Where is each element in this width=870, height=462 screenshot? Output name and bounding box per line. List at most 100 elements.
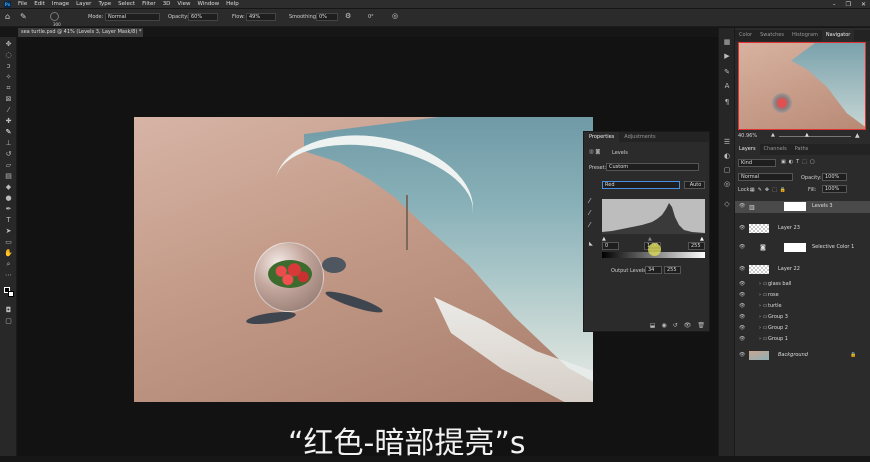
visibility-eye-icon[interactable]: 👁 (739, 334, 745, 345)
menu-view[interactable]: View (177, 1, 190, 7)
flow-field[interactable]: 49% (246, 13, 276, 21)
layer-row[interactable]: 👁 Background 🔒 (735, 350, 870, 362)
navigator-preview[interactable] (738, 42, 866, 130)
layer-row[interactable]: 👁 › ▭ turtle (735, 301, 870, 312)
gradient-tool-icon[interactable]: ▤ (4, 173, 13, 180)
marquee-tool-icon[interactable]: ◌ (4, 52, 13, 59)
eyedropper-gray-icon[interactable]: ⁄ (589, 209, 590, 217)
shape-tool-icon[interactable]: ▭ (4, 239, 13, 246)
angle-value[interactable]: 0° (368, 14, 374, 20)
menu-file[interactable]: File (18, 1, 27, 7)
zoom-in-icon[interactable]: ▲ (855, 132, 860, 139)
smoothing-field[interactable]: 0% (316, 13, 338, 21)
minimize-icon[interactable]: – (833, 1, 836, 8)
layer-row[interactable]: 👁 › ▭ glass ball (735, 279, 870, 290)
zoom-level[interactable]: 40.96% (738, 133, 757, 139)
view-previous-icon[interactable]: ◉ (661, 322, 666, 329)
zoom-slider-thumb[interactable]: ▲ (805, 132, 809, 138)
adjustments-icon[interactable]: ◐ (723, 152, 731, 160)
crop-tool-icon[interactable]: ⌗ (4, 85, 13, 92)
quick-mask-icon[interactable]: ◘ (4, 307, 13, 314)
layer-mask-thumb[interactable] (784, 243, 806, 252)
properties-icon[interactable]: ☰ (723, 138, 731, 146)
pressure-icon[interactable]: ◎ (392, 12, 398, 20)
layer-fill-field[interactable]: 100% (822, 185, 847, 193)
eyedropper-icon[interactable]: ⁄ (4, 107, 13, 114)
output-white-field[interactable]: 255 (664, 266, 681, 274)
dodge-tool-icon[interactable]: ● (4, 195, 13, 202)
visibility-eye-icon[interactable]: 👁 (739, 350, 745, 361)
document-image[interactable] (134, 117, 593, 402)
lasso-tool-icon[interactable]: ↄ (4, 63, 13, 70)
healing-brush-icon[interactable]: ✚ (4, 118, 13, 125)
move-tool-icon[interactable]: ✥ (4, 41, 13, 48)
visibility-eye-icon[interactable]: 👁 (739, 201, 745, 212)
tab-color[interactable]: Color (735, 30, 756, 41)
tab-properties[interactable]: Properties (584, 132, 620, 142)
quick-select-icon[interactable]: ✧ (4, 74, 13, 81)
screen-mode-icon[interactable]: ▢ (4, 318, 13, 325)
visibility-eye-icon[interactable]: 👁 (739, 242, 745, 253)
type-tool-icon[interactable]: T (4, 217, 13, 224)
paths-icon[interactable]: ◇ (723, 200, 731, 208)
visibility-eye-icon[interactable]: 👁 (739, 290, 745, 301)
layer-row[interactable]: 👁 ▥ Levels 3 (735, 201, 870, 213)
visibility-eye-icon[interactable]: 👁 (739, 312, 745, 323)
input-white-field[interactable]: 255 (688, 242, 705, 250)
visibility-eye-icon[interactable]: 👁 (739, 264, 745, 275)
menu-select[interactable]: Select (118, 1, 135, 7)
menu-3d[interactable]: 3D (163, 1, 171, 7)
eraser-icon[interactable]: ▱ (4, 162, 13, 169)
layer-row[interactable]: 👁 Layer 22 (735, 264, 870, 276)
auto-button[interactable]: Auto (684, 181, 705, 189)
menu-type[interactable]: Type (98, 1, 111, 7)
layer-row[interactable]: 👁 › ▭ rose (735, 290, 870, 301)
menu-layer[interactable]: Layer (76, 1, 91, 7)
layer-filter-kind[interactable]: Kind (738, 159, 776, 167)
menu-edit[interactable]: Edit (34, 1, 45, 7)
tab-swatches[interactable]: Swatches (756, 30, 788, 41)
close-icon[interactable]: ✕ (861, 1, 866, 8)
blur-tool-icon[interactable]: ◆ (4, 184, 13, 191)
home-icon[interactable]: ⌂ (5, 12, 10, 21)
blend-mode-select[interactable]: Normal (738, 173, 793, 181)
menu-filter[interactable]: Filter (142, 1, 156, 7)
history-icon[interactable]: ▦ (723, 38, 731, 46)
frame-tool-icon[interactable]: ⊠ (4, 96, 13, 103)
layer-row[interactable]: 👁 ◙ Selective Color 1 (735, 242, 870, 254)
brush-icon[interactable]: ✎ (4, 129, 13, 136)
layer-filter-icons[interactable]: ▣◐T⬚▢ (781, 159, 818, 165)
preset-select[interactable]: Custom (606, 163, 699, 171)
lock-icons[interactable]: ▦✎✥⬚🔒 (750, 187, 789, 193)
photoshop-logo-icon[interactable]: Ps (4, 0, 11, 8)
zoom-out-icon[interactable]: ▲ (771, 132, 775, 138)
layer-mask-thumb[interactable] (784, 202, 806, 211)
clipping-warning-icon[interactable]: ◣ (589, 241, 593, 247)
visibility-icon[interactable]: 👁 (684, 322, 692, 329)
brush-settings-icon[interactable]: ✎ (723, 68, 731, 76)
character-icon[interactable]: A (723, 82, 731, 90)
visibility-eye-icon[interactable]: 👁 (739, 279, 745, 290)
tab-channels[interactable]: Channels (760, 144, 791, 155)
pen-tool-icon[interactable]: ✒ (4, 206, 13, 213)
history-brush-icon[interactable]: ↺ (4, 151, 13, 158)
visibility-eye-icon[interactable]: 👁 (739, 301, 745, 312)
layer-row[interactable]: 👁 Layer 23 (735, 223, 870, 235)
layer-opacity-field[interactable]: 100% (822, 173, 847, 181)
visibility-eye-icon[interactable]: 👁 (739, 223, 745, 234)
path-select-icon[interactable]: ➤ (4, 228, 13, 235)
input-black-field[interactable]: 0 (602, 242, 619, 250)
menu-window[interactable]: Window (197, 1, 219, 7)
libraries-icon[interactable]: ▢ (723, 166, 731, 174)
eyedropper-black-icon[interactable]: ⁄ (589, 197, 590, 205)
tab-paths[interactable]: Paths (791, 144, 813, 155)
channel-select[interactable]: Red (602, 181, 680, 189)
clip-to-layer-icon[interactable]: ⬓ (650, 322, 656, 329)
zoom-slider[interactable] (779, 136, 851, 137)
zoom-tool-icon[interactable]: ⌕ (4, 261, 13, 268)
visibility-eye-icon[interactable]: 👁 (739, 323, 745, 334)
opacity-field[interactable]: 60% (188, 13, 218, 21)
tab-navigator[interactable]: Navigator (821, 30, 855, 41)
channels-icon[interactable]: ◎ (723, 180, 731, 188)
clone-stamp-icon[interactable]: ⊥ (4, 140, 13, 147)
